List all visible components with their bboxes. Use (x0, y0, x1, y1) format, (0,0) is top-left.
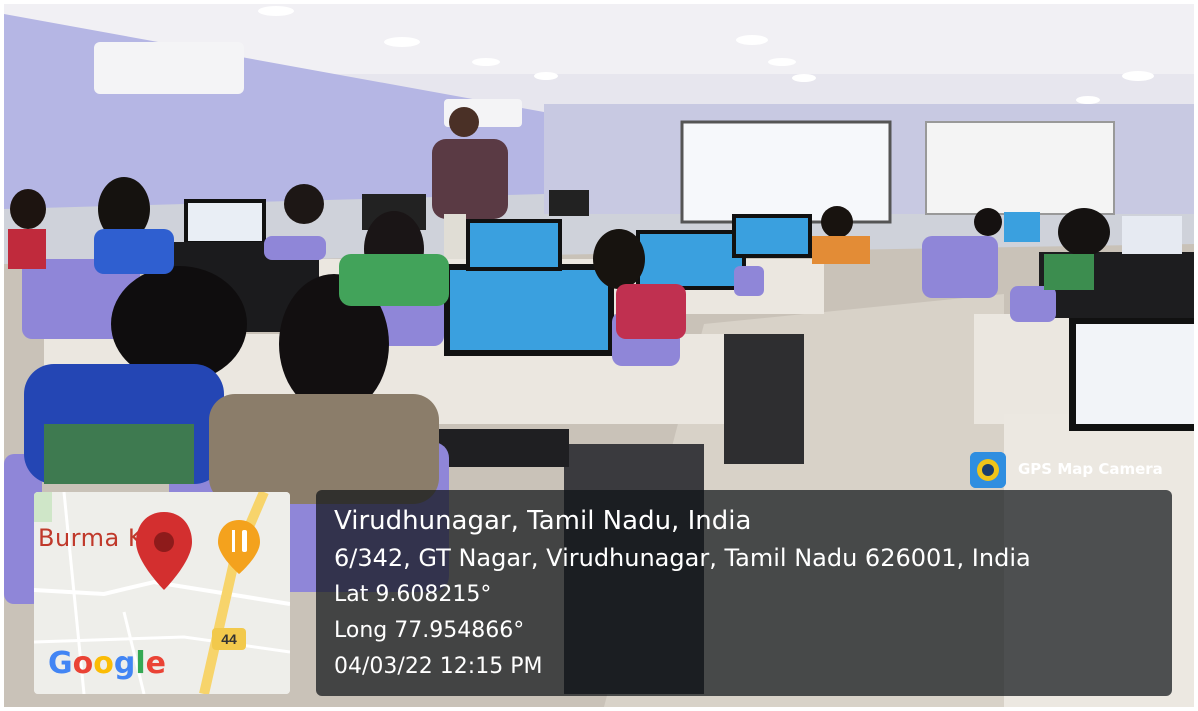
location-city: Virudhunagar, Tamil Nadu, India (334, 506, 752, 536)
geotag-overlay: Virudhunagar, Tamil Nadu, India 6/342, G… (316, 490, 1172, 696)
restaurant-icon (216, 520, 262, 576)
gps-camera-icon (970, 452, 1006, 488)
latitude: Lat 9.608215° (334, 582, 492, 607)
location-map-thumbnail: Burma K 44 Google (34, 492, 290, 694)
google-logo: Google (48, 646, 167, 681)
timestamp: 04/03/22 12:15 PM (334, 654, 543, 679)
map-place-label: Burma K (38, 524, 145, 552)
longitude: Long 77.954866° (334, 618, 525, 643)
gps-map-camera-badge: GPS Map Camera (970, 452, 1170, 488)
gps-camera-label: GPS Map Camera (1018, 460, 1163, 478)
location-address: 6/342, GT Nagar, Virudhunagar, Tamil Nad… (334, 544, 1031, 572)
map-pin-icon (134, 512, 194, 592)
road-number-badge: 44 (212, 628, 246, 650)
